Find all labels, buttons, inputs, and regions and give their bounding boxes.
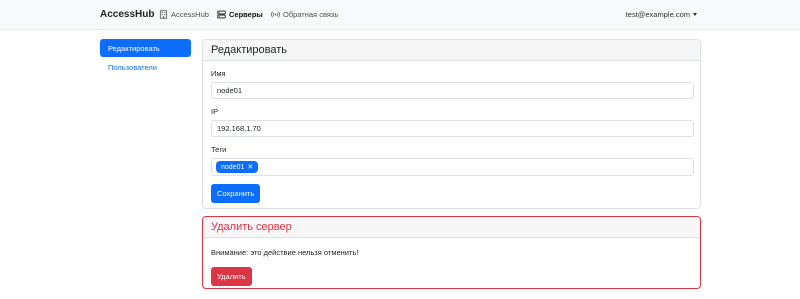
nav-link-feedback[interactable]: Обратная связь [271, 10, 338, 19]
delete-card-title: Удалить сервер [203, 217, 700, 238]
delete-warning-text: Внимание: это действие нельзя отменить! [211, 248, 359, 257]
ip-input[interactable] [211, 120, 694, 137]
tag-chip: node01 ✕ [216, 161, 259, 173]
delete-button[interactable]: Удалить [211, 267, 252, 286]
delete-card-body: Внимание: это действие нельзя отменить! … [203, 238, 700, 288]
sidebar-item-edit[interactable]: Редактировать [100, 39, 191, 57]
edit-card: Редактировать Имя IP Теги node01 ✕ Сохра… [202, 39, 701, 209]
edit-card-title: Редактировать [203, 40, 700, 61]
tags-label: Теги [211, 145, 227, 154]
nav-link-servers[interactable]: Серверы [217, 10, 263, 19]
nav-link-label: AccessHub [171, 10, 209, 19]
user-email: test@example.com [625, 10, 690, 19]
sidebar-item-users[interactable]: Пользователи [100, 58, 191, 76]
nav-link-label: Серверы [229, 10, 263, 19]
tag-remove-icon[interactable]: ✕ [247, 163, 253, 171]
delete-card: Удалить сервер Внимание: это действие не… [202, 216, 701, 289]
ip-label: IP [211, 107, 219, 116]
tags-input[interactable]: node01 ✕ [211, 158, 694, 176]
server-icon [217, 10, 226, 19]
name-input[interactable] [211, 82, 694, 99]
nav-link-accesshub[interactable]: AccessHub [159, 10, 209, 19]
user-menu-dropdown[interactable]: test@example.com [626, 10, 697, 19]
edit-form: Имя IP Теги node01 ✕ Сохранить [203, 61, 700, 208]
brand-link[interactable]: AccessHub [100, 9, 154, 20]
building-icon [159, 10, 168, 19]
tag-label: node01 [221, 163, 245, 171]
broadcast-icon [271, 11, 280, 18]
save-button[interactable]: Сохранить [211, 184, 261, 203]
name-label: Имя [211, 69, 226, 78]
caret-down-icon [693, 13, 697, 16]
top-navbar: AccessHub AccessHub Серверы Обратная свя… [0, 0, 800, 30]
nav-link-label: Обратная связь [283, 10, 339, 19]
